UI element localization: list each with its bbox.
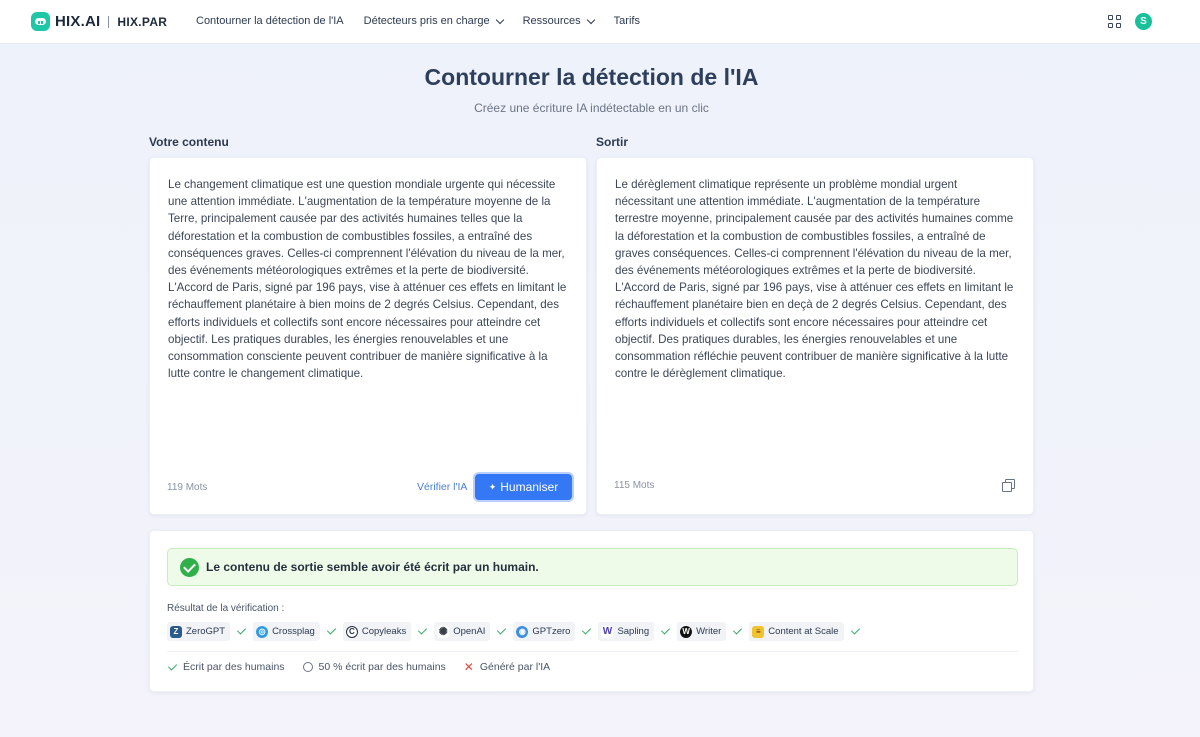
gptzero-icon: ◉: [516, 625, 529, 638]
input-label: Votre contenu: [149, 135, 229, 149]
detector-gptzero: ◉ GPTzero: [513, 622, 592, 641]
apps-grid-icon[interactable]: [1108, 15, 1121, 28]
detector-name: OpenAI: [453, 626, 486, 637]
detector-name: Writer: [696, 626, 722, 637]
zerogpt-icon: Z: [170, 625, 182, 638]
page-title: Contourner la détection de l'IA: [424, 64, 759, 90]
detector-copyleaks: C Copyleaks: [342, 622, 428, 641]
nav-label: Détecteurs pris en charge: [363, 15, 490, 27]
logo[interactable]: HIX.AI HIX.PAR: [31, 12, 167, 31]
main-nav: Contourner la détection de l'IA Détecteu…: [196, 15, 660, 27]
nav-bypass-ai-detection[interactable]: Contourner la détection de l'IA: [196, 15, 344, 27]
nav-resources[interactable]: Ressources: [522, 15, 595, 27]
input-word-count: 119 Mots: [167, 482, 208, 493]
legend-ai: ✕ Généré par l'IA: [464, 661, 550, 673]
legend: Écrit par des humains 50 % écrit par des…: [167, 660, 568, 673]
check-icon: [418, 625, 428, 635]
output-panel: Le dérèglement climatique représente un …: [596, 157, 1034, 515]
nav-label: Ressources: [522, 15, 581, 27]
copy-icon[interactable]: [1002, 479, 1015, 492]
output-text: Le dérèglement climatique représente un …: [615, 178, 1014, 381]
hix-logo-icon: [31, 12, 50, 31]
page-subtitle: Créez une écriture IA indétectable en un…: [474, 101, 709, 115]
check-circle-icon: [180, 557, 199, 577]
top-nav-bar: HIX.AI HIX.PAR Contourner la détection d…: [0, 0, 1200, 44]
cross-icon: ✕: [463, 660, 474, 674]
detector-name: Content at Scale: [768, 626, 839, 637]
check-icon: [582, 625, 592, 635]
output-word-count: 115 Mots: [614, 480, 655, 491]
openai-icon: ✺: [437, 625, 450, 638]
writer-icon: W: [680, 625, 693, 638]
input-textarea[interactable]: Le changement climatique est une questio…: [168, 176, 568, 382]
detector-zerogpt: Z ZeroGPT: [167, 622, 247, 641]
detector-name: ZeroGPT: [186, 626, 226, 637]
logo-subbrand: HIX.PAR: [117, 14, 168, 29]
check-icon: [850, 625, 860, 635]
circle-icon: [302, 662, 313, 672]
chevron-down-icon: [586, 15, 595, 24]
legend-label: 50 % écrit par des humains: [318, 661, 446, 673]
check-icon: [497, 625, 507, 635]
crossplag-icon: ◎: [256, 625, 269, 638]
nav-supported-detectors[interactable]: Détecteurs pris en charge: [363, 15, 504, 27]
sapling-icon: W: [601, 625, 614, 638]
content-at-scale-icon: ≡: [752, 625, 765, 638]
legend-label: Généré par l'IA: [479, 661, 551, 673]
legend-half-human: 50 % écrit par des humains: [302, 661, 446, 673]
divider: [167, 651, 1018, 652]
humanize-button[interactable]: ✦ Humaniser: [475, 474, 572, 500]
sparkle-icon: ✦: [488, 481, 497, 492]
input-panel[interactable]: Le changement climatique est une questio…: [149, 157, 587, 515]
avatar[interactable]: S: [1135, 13, 1152, 30]
logo-text: HIX.AI: [55, 13, 101, 30]
detector-name: Sapling: [617, 626, 650, 637]
verification-label: Résultat de la vérification :: [167, 603, 285, 614]
humanize-label: Humaniser: [500, 480, 559, 494]
result-panel: Le contenu de sortie semble avoir été éc…: [149, 530, 1034, 692]
nav-label: Tarifs: [613, 15, 640, 27]
nav-label: Contourner la détection de l'IA: [196, 15, 344, 27]
legend-human: Écrit par des humains: [167, 660, 285, 673]
check-icon: [167, 660, 178, 671]
detector-name: GPTzero: [532, 626, 571, 637]
copyleaks-icon: C: [345, 625, 358, 638]
detector-openai: ✺ OpenAI: [434, 622, 507, 641]
output-label: Sortir: [596, 135, 629, 149]
check-icon: [236, 625, 247, 635]
detector-list: Z ZeroGPT ◎ Crossplag C Copyleaks ✺ OpenAI ◉…: [167, 622, 867, 641]
detector-name: Copyleaks: [361, 626, 407, 637]
detector-name: Crossplag: [272, 626, 315, 637]
check-icon: [326, 625, 336, 635]
result-banner: Le contenu de sortie semble avoir été éc…: [167, 548, 1018, 586]
result-message: Le contenu de sortie semble avoir été éc…: [206, 560, 539, 574]
detector-crossplag: ◎ Crossplag: [253, 622, 336, 641]
detector-content-at-scale: ≡ Content at Scale: [749, 622, 860, 641]
legend-label: Écrit par des humains: [183, 661, 285, 673]
verify-ai-link[interactable]: Vérifier l'IA: [417, 481, 467, 493]
nav-pricing[interactable]: Tarifs: [614, 15, 640, 27]
logo-divider: [108, 15, 110, 28]
check-icon: [733, 625, 743, 635]
detector-sapling: W Sapling: [598, 622, 671, 641]
detector-writer: W Writer: [677, 622, 743, 641]
chevron-down-icon: [495, 15, 504, 24]
check-icon: [661, 625, 671, 635]
